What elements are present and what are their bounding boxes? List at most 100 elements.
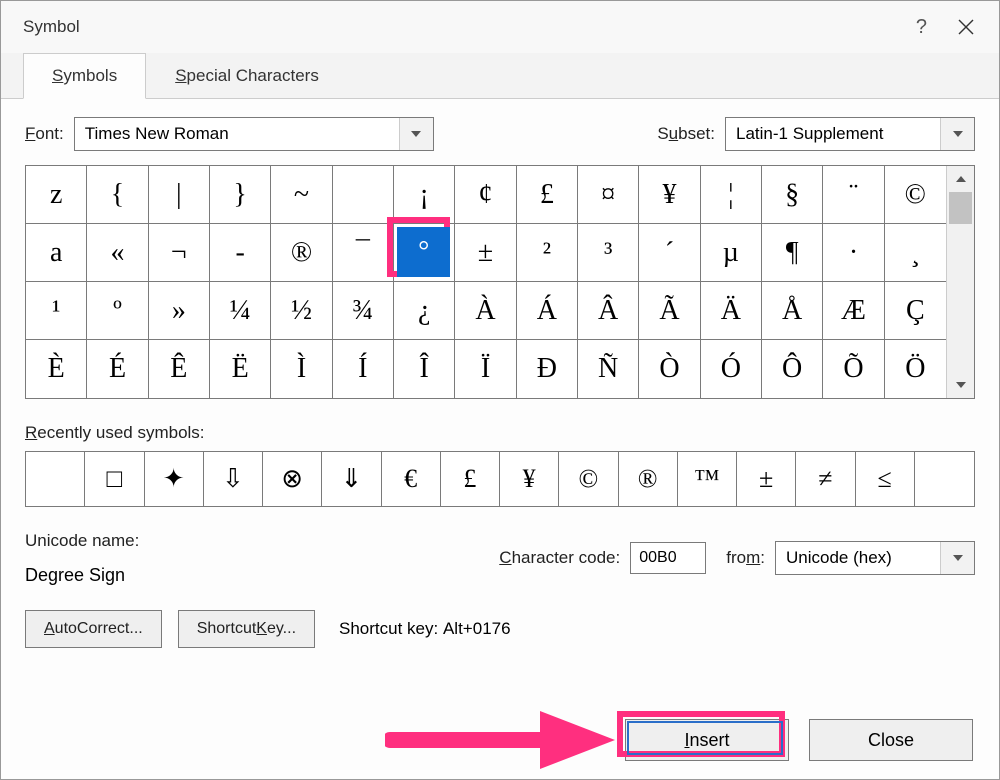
symbol-cell[interactable]: ± [455,224,516,282]
help-icon[interactable]: ? [916,16,927,39]
symbol-cell[interactable]: È [26,340,87,398]
chevron-down-icon[interactable] [940,118,974,150]
symbol-cell[interactable]: Õ [823,340,884,398]
scroll-up-icon[interactable] [947,166,974,192]
recent-symbol-cell[interactable]: ⇩ [204,452,263,506]
symbol-cell[interactable]: Í [333,340,394,398]
symbol-cell[interactable]: { [87,166,148,224]
symbol-cell[interactable]: Ó [701,340,762,398]
recent-symbol-cell[interactable]: ™ [678,452,737,506]
charcode-input[interactable]: 00B0 [630,542,706,574]
symbol-cell[interactable]: É [87,340,148,398]
symbol-cell[interactable]: Ñ [578,340,639,398]
scroll-down-icon[interactable] [947,372,974,398]
recent-symbol-cell[interactable] [915,452,974,506]
symbol-cell[interactable]: Á [517,282,578,340]
symbol-cell[interactable]: £ [517,166,578,224]
symbol-cell[interactable]: Ç [885,282,946,340]
recent-symbol-cell[interactable]: ⊗ [263,452,322,506]
shortcut-key-button[interactable]: Shortcut Key... [178,610,315,648]
close-icon[interactable] [957,18,975,36]
subset-label: Subset: [657,124,715,144]
recent-symbol-cell[interactable]: © [559,452,618,506]
symbol-cell[interactable]: ¥ [639,166,700,224]
recent-symbol-cell[interactable]: ✦ [145,452,204,506]
tab-special-characters[interactable]: Special Characters [146,53,348,99]
symbol-cell[interactable]: À [455,282,516,340]
scroll-thumb[interactable] [949,192,972,224]
symbol-cell[interactable]: ¾ [333,282,394,340]
symbol-cell[interactable]: Ä [701,282,762,340]
symbol-cell[interactable]: Ë [210,340,271,398]
recent-symbol-cell[interactable]: £ [441,452,500,506]
symbol-cell[interactable]: ° [394,224,455,282]
symbol-cell[interactable]: a [26,224,87,282]
symbol-cell[interactable]: Ã [639,282,700,340]
scroll-track[interactable] [947,192,974,372]
symbol-cell[interactable]: Ô [762,340,823,398]
autocorrect-button[interactable]: AutoCorrect... [25,610,162,648]
symbol-cell[interactable]: Â [578,282,639,340]
recent-symbol-cell[interactable]: ≠ [796,452,855,506]
symbol-cell[interactable]: ¨ [823,166,884,224]
from-combo[interactable]: Unicode (hex) [775,541,975,575]
symbol-cell[interactable]: ³ [578,224,639,282]
symbol-cell[interactable]: Å [762,282,823,340]
symbol-cell[interactable]: ¼ [210,282,271,340]
recent-symbol-cell[interactable]: ⇓ [322,452,381,506]
symbol-cell[interactable]: ´ [639,224,700,282]
recent-symbol-cell[interactable]: ≤ [856,452,915,506]
symbol-cell[interactable]: z [26,166,87,224]
symbol-cell[interactable]: ¤ [578,166,639,224]
insert-button[interactable]: Insert [625,719,789,761]
symbol-cell[interactable]: ¬ [149,224,210,282]
symbol-cell[interactable]: º [87,282,148,340]
symbol-cell[interactable]: « [87,224,148,282]
shortcut-key-label: Shortcut key: Alt+0176 [339,619,511,639]
recent-symbol-cell[interactable]: ± [737,452,796,506]
chevron-down-icon[interactable] [399,118,433,150]
symbol-cell[interactable]: Ï [455,340,516,398]
close-button[interactable]: Close [809,719,973,761]
symbol-cell[interactable]: · [823,224,884,282]
symbol-cell[interactable]: ¿ [394,282,455,340]
symbol-cell[interactable]: ¹ [26,282,87,340]
symbol-cell[interactable]: ¸ [885,224,946,282]
subset-combo[interactable]: Latin-1 Supplement [725,117,975,151]
symbol-cell[interactable]: µ [701,224,762,282]
symbol-cell[interactable]: ¡ [394,166,455,224]
grid-scrollbar[interactable] [946,166,974,398]
font-combo[interactable]: Times New Roman [74,117,434,151]
recent-grid: □✦⇩⊗⇓€£¥©®™±≠≤ [25,451,975,507]
from-value: Unicode (hex) [776,542,940,574]
symbol-cell[interactable]: Ì [271,340,332,398]
symbol-cell[interactable]: Î [394,340,455,398]
symbol-cell[interactable] [333,166,394,224]
recent-symbol-cell[interactable]: ¥ [500,452,559,506]
symbol-cell[interactable]: ~ [271,166,332,224]
symbol-cell[interactable]: - [210,224,271,282]
symbol-cell[interactable]: » [149,282,210,340]
recent-symbol-cell[interactable]: ® [619,452,678,506]
symbol-cell[interactable]: ¢ [455,166,516,224]
symbol-cell[interactable]: © [885,166,946,224]
symbol-cell[interactable]: ¦ [701,166,762,224]
symbol-cell[interactable]: ½ [271,282,332,340]
recent-symbol-cell[interactable]: □ [85,452,144,506]
symbol-cell[interactable]: } [210,166,271,224]
chevron-down-icon[interactable] [940,542,974,574]
symbol-cell[interactable]: Æ [823,282,884,340]
tab-symbols[interactable]: Symbols [23,53,146,99]
symbol-cell[interactable]: ® [271,224,332,282]
symbol-cell[interactable]: Đ [517,340,578,398]
symbol-cell[interactable]: ¯ [333,224,394,282]
symbol-cell[interactable]: ¶ [762,224,823,282]
symbol-cell[interactable]: Ò [639,340,700,398]
symbol-cell[interactable]: ² [517,224,578,282]
title-bar: Symbol ? [1,1,999,53]
symbol-cell[interactable]: Ö [885,340,946,398]
symbol-cell[interactable]: § [762,166,823,224]
recent-symbol-cell[interactable]: € [382,452,441,506]
symbol-cell[interactable]: Ê [149,340,210,398]
symbol-cell[interactable]: | [149,166,210,224]
